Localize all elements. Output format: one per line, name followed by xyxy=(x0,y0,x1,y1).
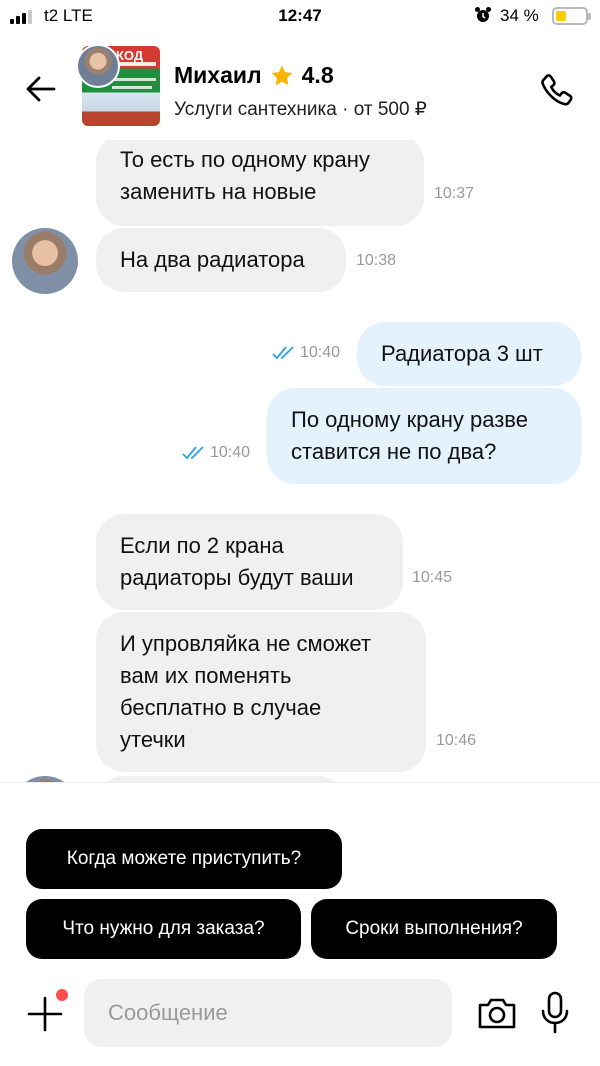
listing-subtitle[interactable]: Услуги сантехника · от 500 ₽ xyxy=(174,98,427,121)
message-text: вам их поменять xyxy=(120,663,292,688)
message-time: 10:37 xyxy=(434,185,475,202)
message-text: По одному крану разве xyxy=(291,407,528,432)
read-check-icon xyxy=(272,346,294,360)
message-text: Радиатора 3 шт xyxy=(381,341,543,366)
seller-avatar-small xyxy=(76,44,120,88)
message-text: бесплатно в случае xyxy=(120,695,322,720)
message-text: радиаторы будут ваши xyxy=(120,565,354,590)
quick-reply-start[interactable]: Когда можете приступить? xyxy=(26,829,342,889)
message-input[interactable] xyxy=(84,979,452,1047)
message-time: 10:40 xyxy=(210,444,251,461)
battery-percent: 34 % xyxy=(500,6,539,25)
message-time: 10:38 xyxy=(356,252,397,269)
composer-area: Когда можете приступить? Что нужно для з… xyxy=(0,782,600,1066)
notification-dot xyxy=(56,989,68,1001)
phone-icon[interactable] xyxy=(538,72,576,110)
status-bar: t2 LTE 12:47 34 % xyxy=(0,0,600,34)
message-time: 10:45 xyxy=(412,569,453,586)
message-text: То есть по одному крану xyxy=(120,147,370,172)
message-time: 10:46 xyxy=(436,732,477,749)
incoming-message[interactable]: То есть по одному крану заменить на новы… xyxy=(96,140,424,226)
seller-rating: 4.8 xyxy=(301,62,334,88)
seller-title[interactable]: Михаил 4.8 xyxy=(174,62,334,89)
outgoing-message[interactable]: Радиатора 3 шт xyxy=(357,322,581,386)
message-text: заменить на новые xyxy=(120,179,317,204)
message-text: ставится не по два? xyxy=(291,439,497,464)
message-text: И упровляйка не сможет xyxy=(120,631,371,656)
read-check-icon xyxy=(182,446,204,460)
alarm-icon xyxy=(475,7,491,22)
attach-plus-icon[interactable] xyxy=(26,995,64,1033)
message-time: 10:40 xyxy=(300,344,341,361)
message-list[interactable]: То есть по одному крану заменить на новы… xyxy=(0,140,600,782)
chat-header: КОД Михаил 4.8 Услуги сантехника · от 50… xyxy=(0,34,600,140)
outgoing-message[interactable]: По одному крану разве ставится не по два… xyxy=(267,388,581,484)
incoming-message[interactable]: И упровляйка не сможет вам их поменять б… xyxy=(96,612,426,772)
battery-icon xyxy=(552,7,591,25)
seller-avatar[interactable] xyxy=(12,228,78,294)
message-text: Если по 2 крана xyxy=(120,533,284,558)
message-text: утечки xyxy=(120,727,186,752)
incoming-message[interactable]: На два радиатора xyxy=(96,228,346,292)
star-icon xyxy=(271,65,292,85)
incoming-message[interactable]: Если по 2 крана радиаторы будут ваши xyxy=(96,514,403,610)
quick-reply-requirements[interactable]: Что нужно для заказа? xyxy=(26,899,301,959)
camera-icon[interactable] xyxy=(476,995,518,1031)
message-text: На два радиатора xyxy=(120,247,305,272)
seller-name: Михаил xyxy=(174,62,262,88)
microphone-icon[interactable] xyxy=(540,991,570,1035)
quick-reply-deadlines[interactable]: Сроки выполнения? xyxy=(311,899,557,959)
back-arrow-icon[interactable] xyxy=(24,72,58,106)
